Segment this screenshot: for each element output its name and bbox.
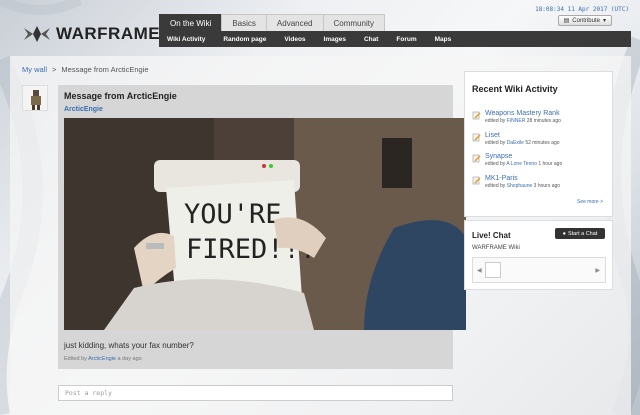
post-title: Message from ArcticEngie <box>64 91 177 101</box>
activity-prefix: edited by <box>485 140 506 146</box>
edit-pencil-icon <box>472 176 481 185</box>
activity-user-link[interactable]: FINNER <box>507 118 526 124</box>
subnav-random-page[interactable]: Random page <box>223 36 266 43</box>
activity-prefix: edited by <box>485 118 506 124</box>
sign-line-1: YOU'RE <box>184 199 282 230</box>
activity-meta: edited by Shophaune 3 hours ago <box>485 183 560 189</box>
activity-item: Weapons Mastery Rank edited by FINNER 28… <box>472 110 561 124</box>
warframe-logo[interactable]: WARFRAME <box>22 24 160 44</box>
activity-user-link[interactable]: A Lone Tenno <box>506 161 537 167</box>
youre-fired-gif: YOU'RE FIRED!!! <box>64 118 466 330</box>
activity-user-link[interactable]: DaExile <box>507 140 524 146</box>
activity-prefix: edited by <box>485 161 506 167</box>
main-tabs: On the Wiki Basics Advanced Community <box>159 14 385 31</box>
subnav-forum[interactable]: Forum <box>396 36 416 43</box>
reply-input[interactable]: Post a reply <box>58 385 453 401</box>
tab-basics[interactable]: Basics <box>221 14 267 31</box>
breadcrumb-separator: > <box>52 65 57 74</box>
avatar[interactable] <box>22 85 48 111</box>
subnav-wiki-activity[interactable]: Wiki Activity <box>167 36 205 43</box>
post-image: YOU'RE FIRED!!! <box>64 118 466 330</box>
activity-time: 3 hours ago <box>533 183 561 189</box>
activity-meta: edited by FINNER 28 minutes ago <box>485 118 561 124</box>
chevron-down-icon: ▾ <box>602 18 606 24</box>
tab-community[interactable]: Community <box>322 14 385 31</box>
activity-item: Synapse edited by A Lone Tenno 1 hour ag… <box>472 153 562 167</box>
activity-item: Liset edited by DaExile 52 minutes ago <box>472 132 560 146</box>
subnav-maps[interactable]: Maps <box>435 36 452 43</box>
activity-title-link[interactable]: Weapons Mastery Rank <box>485 110 561 117</box>
activity-meta: edited by A Lone Tenno 1 hour ago <box>485 161 562 167</box>
recent-activity-title: Recent Wiki Activity <box>472 84 558 94</box>
breadcrumb-current: Message from ArcticEngie <box>61 65 149 74</box>
post-author-link[interactable]: ArcticEngie <box>64 106 103 113</box>
start-chat-label: Start a Chat <box>567 230 598 237</box>
activity-title-link[interactable]: MK1-Paris <box>485 175 560 182</box>
post-meta-author-link[interactable]: ArcticEngie <box>88 356 116 362</box>
chat-user-avatar[interactable] <box>485 262 501 278</box>
server-timestamp: 18:08:34 11 Apr 2017 (UTC) <box>535 6 629 13</box>
activity-time: 1 hour ago <box>538 161 563 167</box>
see-more-link[interactable]: See more > <box>577 199 603 205</box>
breadcrumb: My wall > Message from ArcticEngie <box>22 65 149 74</box>
post-meta: Edited by ArcticEngie a day ago <box>64 356 142 362</box>
post-text: just kidding, whats your fax number? <box>64 341 194 350</box>
post-meta-time: a day ago <box>117 356 142 362</box>
post-meta-prefix: Edited by <box>64 356 87 362</box>
activity-meta: edited by DaExile 52 minutes ago <box>485 140 560 146</box>
chat-user-carousel: ◀ ▶ <box>472 257 606 283</box>
edit-icon: ▤ <box>563 18 570 24</box>
activity-time: 28 minutes ago <box>526 118 561 124</box>
sub-navigation: Wiki Activity Random page Videos Images … <box>159 31 631 47</box>
subnav-chat[interactable]: Chat <box>364 36 378 43</box>
logo-text: WARFRAME <box>56 24 161 43</box>
start-chat-button[interactable]: ● Start a Chat <box>555 228 605 239</box>
chat-subtitle: WARFRAME Wiki <box>472 245 520 251</box>
subnav-images[interactable]: Images <box>324 36 346 43</box>
subnav-videos[interactable]: Videos <box>284 36 305 43</box>
site-header: WARFRAME 18:08:34 11 Apr 2017 (UTC) ▤ Co… <box>0 0 640 60</box>
carousel-next-icon[interactable]: ▶ <box>595 267 600 274</box>
breadcrumb-my-wall-link[interactable]: My wall <box>22 65 47 74</box>
tab-advanced[interactable]: Advanced <box>265 14 324 31</box>
activity-item: MK1-Paris edited by Shophaune 3 hours ag… <box>472 175 560 189</box>
chat-bubble-icon: ● <box>562 230 566 237</box>
contribute-label: Contribute <box>572 17 600 24</box>
activity-title-link[interactable]: Liset <box>485 132 560 139</box>
chat-title: Live! Chat <box>472 231 511 240</box>
contribute-button[interactable]: ▤ Contribute ▾ <box>557 15 612 26</box>
warframe-emblem-icon <box>24 26 50 42</box>
edit-pencil-icon <box>472 111 481 120</box>
edit-pencil-icon <box>472 154 481 163</box>
activity-prefix: edited by <box>485 183 506 189</box>
activity-user-link[interactable]: Shophaune <box>507 183 533 189</box>
activity-title-link[interactable]: Synapse <box>485 153 562 160</box>
user-avatar-icon <box>31 90 41 110</box>
tab-on-the-wiki[interactable]: On the Wiki <box>159 14 223 31</box>
carousel-prev-icon[interactable]: ◀ <box>477 267 482 274</box>
activity-time: 52 minutes ago <box>525 140 560 146</box>
edit-pencil-icon <box>472 133 481 142</box>
